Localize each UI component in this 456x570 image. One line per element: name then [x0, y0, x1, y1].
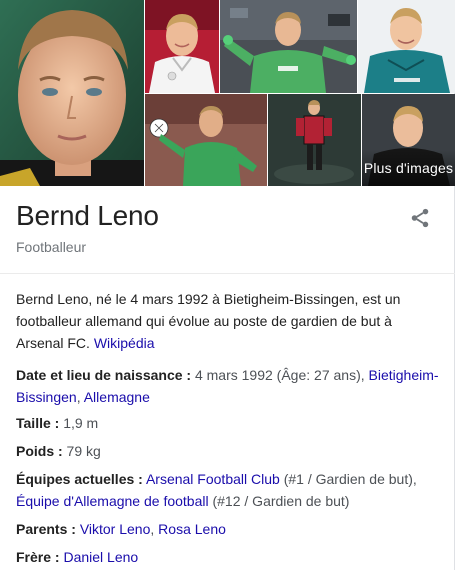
fact-height: Taille : 1,9 m: [16, 412, 446, 434]
image-tile-arsenal-teal-kit[interactable]: [358, 0, 455, 93]
share-button[interactable]: [406, 204, 434, 232]
fact-birth-sep: ,: [76, 389, 84, 405]
description: Bernd Leno, né le 4 mars 1992 à Bietighe…: [16, 288, 436, 354]
more-images-link[interactable]: Plus d'images: [362, 150, 455, 186]
fact-weight: Poids : 79 kg: [16, 440, 446, 462]
parent-link-1[interactable]: Viktor Leno: [80, 521, 151, 537]
share-icon: [411, 208, 429, 228]
image-tile-arsenal-green-save[interactable]: [145, 94, 267, 186]
fact-height-label: Taille :: [16, 415, 60, 431]
fact-teams: Équipes actuelles : Arsenal Football Clu…: [16, 468, 446, 512]
entity-subtitle: Footballeur: [16, 239, 87, 255]
fact-parents-sep: ,: [150, 521, 159, 537]
fact-birth: Date et lieu de naissance : 4 mars 1992 …: [16, 364, 446, 408]
description-text: Bernd Leno, né le 4 mars 1992 à Bietighe…: [16, 291, 401, 351]
fact-height-value: 1,9 m: [59, 415, 99, 431]
fact-teams-label: Équipes actuelles :: [16, 471, 143, 487]
fact-teams-value1: (#1 / Gardien de but),: [279, 471, 417, 487]
image-tile-arsenal-green-kit[interactable]: [220, 0, 357, 93]
germany-team-link[interactable]: Équipe d'Allemagne de football: [16, 493, 209, 509]
image-tile-germany-jersey[interactable]: [145, 0, 219, 93]
fact-brother-label: Frère :: [16, 549, 60, 565]
image-tile-portrait[interactable]: [0, 0, 144, 186]
fact-weight-value: 79 kg: [62, 443, 101, 459]
knowledge-panel: Plus d'images Bernd Leno Footballeur Ber…: [0, 0, 455, 570]
arsenal-link[interactable]: Arsenal Football Club: [146, 471, 280, 487]
entity-title: Bernd Leno: [16, 200, 159, 231]
image-mosaic: Plus d'images: [0, 0, 455, 186]
image-tile-full-body[interactable]: [268, 94, 361, 186]
wikipedia-link[interactable]: Wikipédia: [94, 335, 155, 351]
image-tile-black-shirt[interactable]: Plus d'images: [362, 94, 455, 186]
country-link[interactable]: Allemagne: [84, 389, 150, 405]
fact-parents-label: Parents :: [16, 521, 76, 537]
fact-birth-label: Date et lieu de naissance :: [16, 367, 192, 383]
fact-parents: Parents : Viktor Leno, Rosa Leno: [16, 518, 446, 540]
fact-brother: Frère : Daniel Leno: [16, 546, 446, 568]
parent-link-2[interactable]: Rosa Leno: [158, 521, 226, 537]
fact-birth-value: 4 mars 1992 (Âge: 27 ans),: [191, 367, 369, 383]
fact-teams-value2: (#12 / Gardien de but): [208, 493, 350, 509]
fact-weight-label: Poids :: [16, 443, 63, 459]
brother-link[interactable]: Daniel Leno: [63, 549, 138, 565]
section-divider: [0, 273, 455, 274]
